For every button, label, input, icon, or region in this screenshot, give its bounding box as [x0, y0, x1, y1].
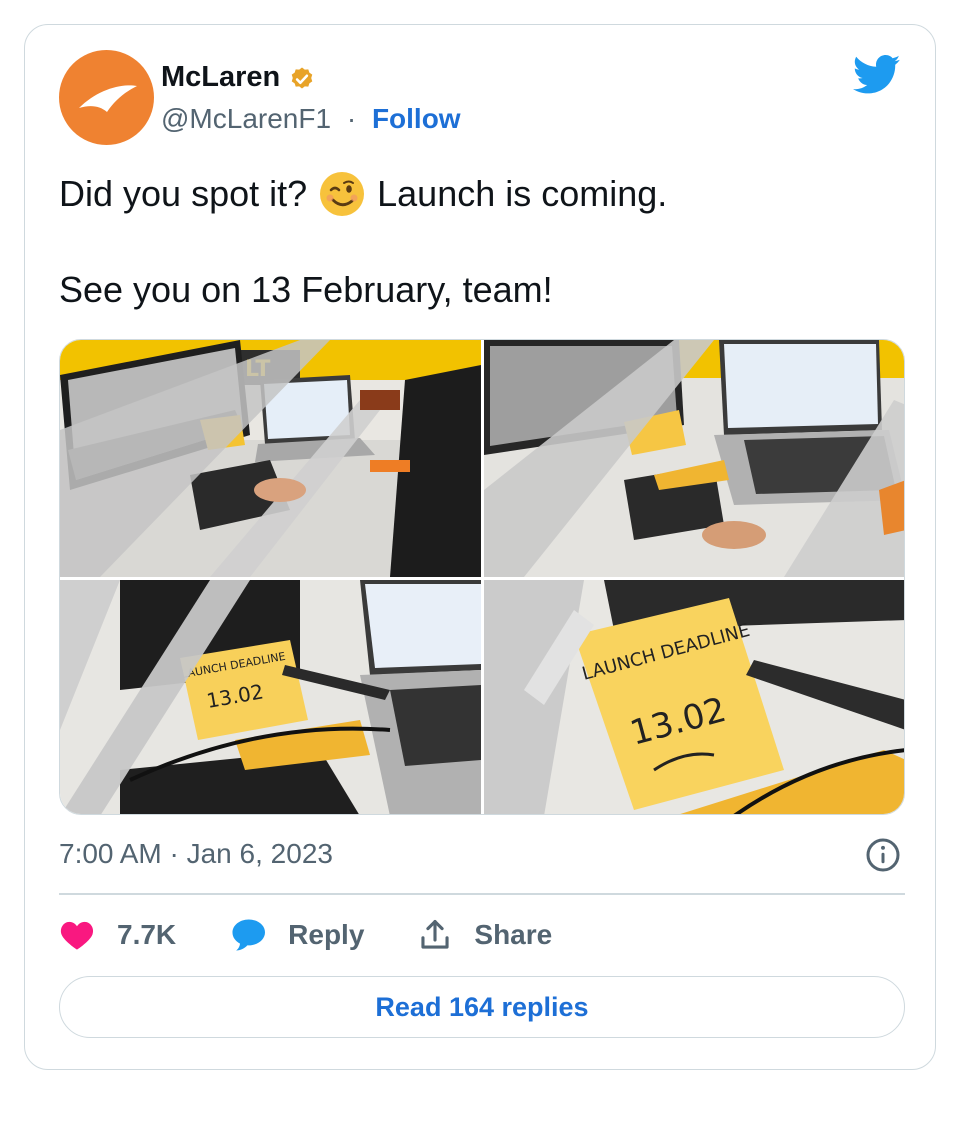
verified-badge-icon [291, 67, 313, 88]
follow-button[interactable]: Follow [372, 103, 461, 134]
heart-icon [60, 921, 94, 950]
photo-1[interactable]: LT [60, 340, 481, 577]
author-avatar[interactable] [59, 50, 154, 145]
tweet-line-2: See you on 13 February, team! [59, 269, 553, 310]
mclaren-logo-icon [79, 85, 137, 112]
divider [59, 893, 905, 895]
like-button[interactable]: 7.7K [59, 919, 176, 951]
speech-bubble-icon [232, 919, 266, 951]
like-count: 7.7K [117, 919, 177, 950]
reply-button[interactable]: Reply [230, 918, 364, 952]
info-icon[interactable] [865, 837, 901, 873]
winking-face-emoji [320, 172, 365, 216]
photo-3[interactable]: LAUNCH DEADLINE 13.02 [60, 580, 481, 814]
action-bar: 7.7K Reply Share [59, 915, 606, 955]
share-button[interactable]: Share [418, 918, 552, 952]
media-grid: LT [59, 339, 905, 815]
photo-4[interactable]: LAUNCH DEADLINE 13.02 [484, 580, 904, 814]
handle-separator: · [346, 103, 357, 134]
tweet-line-1-end: Launch is coming. [377, 173, 668, 214]
tweet-timestamp[interactable]: 7:00 AM · Jan 6, 2023 [59, 838, 333, 870]
photo-2[interactable] [484, 340, 904, 577]
reply-label: Reply [288, 919, 365, 950]
tweet-line-1-start: Did you spot it? [59, 173, 308, 214]
author-name-row: McLaren [161, 61, 316, 94]
author-name[interactable]: McLaren [161, 61, 280, 94]
author-handle-row: @McLarenF1 · Follow [161, 103, 461, 135]
twitter-bird-icon[interactable] [853, 55, 901, 95]
author-handle[interactable]: @McLarenF1 [161, 103, 331, 134]
read-replies-button[interactable]: Read 164 replies [59, 976, 905, 1038]
tweet-line-1: Did you spot it? Launch is coming. [59, 170, 667, 218]
share-upload-icon [421, 919, 450, 949]
tweet-card: McLaren @McLarenF1 · Follow Did you spot… [24, 24, 936, 1070]
share-label: Share [474, 919, 553, 950]
tweet-text: Did you spot it? Launch is coming. See y… [59, 170, 667, 314]
